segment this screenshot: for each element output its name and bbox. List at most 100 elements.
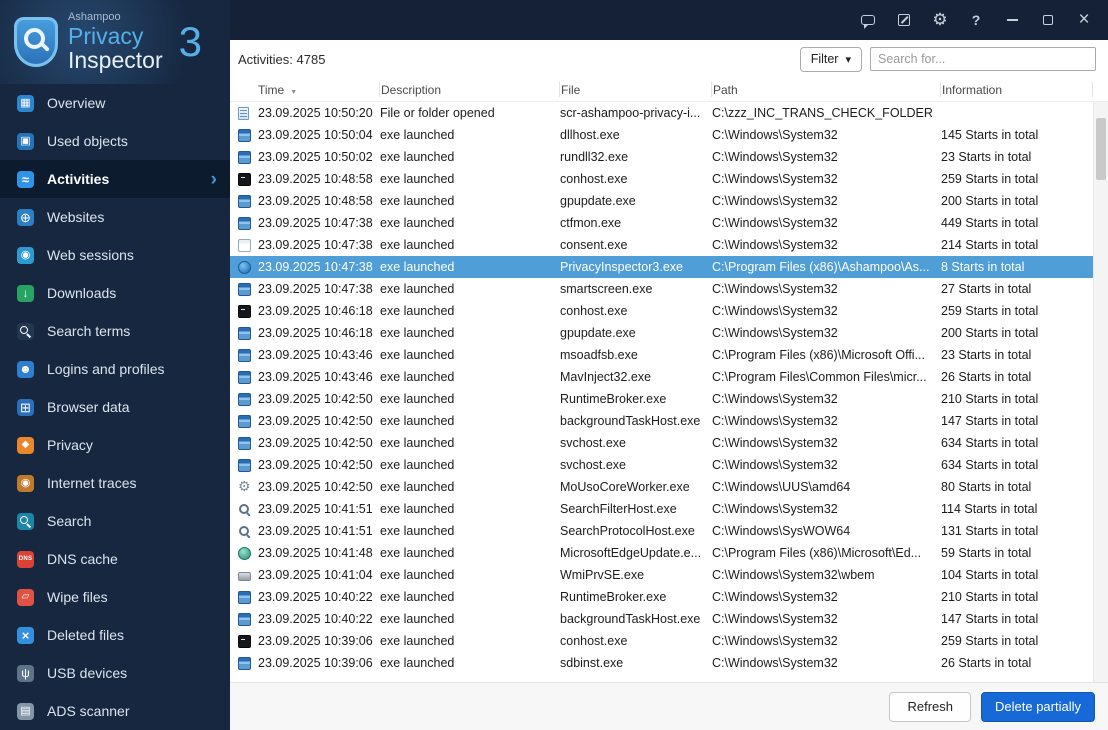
column-header-description[interactable]: Description bbox=[380, 82, 560, 97]
refresh-button[interactable]: Refresh bbox=[889, 691, 971, 722]
cell-path: C:\Windows\System32 bbox=[712, 392, 838, 406]
cell-description: exe launched bbox=[380, 128, 455, 142]
maximize-icon[interactable] bbox=[1034, 6, 1062, 34]
file-type-icon-cell bbox=[238, 392, 258, 406]
cell-file: conhost.exe bbox=[560, 172, 628, 186]
table-row[interactable]: 23.09.2025 10:47:38 exe launched ctfmon.ex… bbox=[230, 212, 1093, 234]
close-icon[interactable] bbox=[1070, 6, 1098, 34]
cell-time: 23.09.2025 10:41:51 bbox=[258, 524, 373, 538]
table-row[interactable]: 23.09.2025 10:47:38 exe launched consent.e… bbox=[230, 234, 1093, 256]
cell-time: 23.09.2025 10:47:38 bbox=[258, 238, 373, 252]
column-header-file[interactable]: File bbox=[560, 82, 712, 97]
window-blue-icon bbox=[238, 414, 251, 428]
cell-information: 210 Starts in total bbox=[941, 392, 1039, 406]
sidebar-item-label: Web sessions bbox=[47, 247, 134, 263]
table-row[interactable]: 23.09.2025 10:47:38 exe launched PrivacyIn… bbox=[230, 256, 1093, 278]
sidebar-item-used-objects[interactable]: Used objects bbox=[0, 122, 230, 160]
table-row[interactable]: 23.09.2025 10:42:50 exe launched MoUsoCore… bbox=[230, 476, 1093, 498]
cell-path: C:\Windows\SysWOW64 bbox=[712, 524, 851, 538]
scrollbar-thumb[interactable] bbox=[1096, 118, 1106, 180]
help-icon[interactable] bbox=[962, 6, 990, 34]
table-row[interactable]: 23.09.2025 10:39:06 exe launched sdbinst.e… bbox=[230, 652, 1093, 674]
table-row[interactable]: 23.09.2025 10:50:20 File or folder opened… bbox=[230, 102, 1093, 124]
table-row[interactable]: 23.09.2025 10:46:18 exe launched conhost.e… bbox=[230, 300, 1093, 322]
table-row[interactable]: 23.09.2025 10:40:22 exe launched RuntimeBr… bbox=[230, 586, 1093, 608]
window-blue-icon bbox=[238, 150, 251, 164]
table-row[interactable]: 23.09.2025 10:48:58 exe launched gpupdate.… bbox=[230, 190, 1093, 212]
sidebar-item-usb-devices[interactable]: USB devices bbox=[0, 654, 230, 692]
product-name-line2: Inspector bbox=[68, 46, 163, 73]
sidebar-item-label: Browser data bbox=[47, 399, 130, 415]
sidebar-item-activities[interactable]: Activities › bbox=[0, 160, 230, 198]
table-row[interactable]: 23.09.2025 10:50:04 exe launched dllhost.e… bbox=[230, 124, 1093, 146]
sidebar-item-ads-scanner[interactable]: ADS scanner bbox=[0, 692, 230, 730]
file-type-icon-cell bbox=[238, 436, 258, 450]
table-row[interactable]: 23.09.2025 10:41:51 exe launched SearchPro… bbox=[230, 520, 1093, 542]
vertical-scrollbar[interactable] bbox=[1093, 102, 1108, 682]
table-row[interactable]: 23.09.2025 10:50:02 exe launched rundll32.… bbox=[230, 146, 1093, 168]
sidebar-item-downloads[interactable]: Downloads bbox=[0, 274, 230, 312]
cell-path: C:\Windows\System32 bbox=[712, 238, 838, 252]
cell-information: 145 Starts in total bbox=[941, 128, 1039, 142]
file-type-icon-cell bbox=[238, 260, 258, 274]
sidebar-item-search[interactable]: Search bbox=[0, 502, 230, 540]
sidebar-item-search-terms[interactable]: Search terms bbox=[0, 312, 230, 350]
sidebar-item-logins-profiles[interactable]: Logins and profiles bbox=[0, 350, 230, 388]
table-row[interactable]: 23.09.2025 10:43:46 exe launched MavInject… bbox=[230, 366, 1093, 388]
table-row[interactable]: 23.09.2025 10:42:50 exe launched svchost.e… bbox=[230, 432, 1093, 454]
table-row[interactable]: 23.09.2025 10:41:48 exe launched Microsoft… bbox=[230, 542, 1093, 564]
settings-gear-icon[interactable] bbox=[926, 6, 954, 34]
table-row[interactable]: 23.09.2025 10:42:50 exe launched RuntimeBr… bbox=[230, 388, 1093, 410]
table-row[interactable]: 23.09.2025 10:39:06 exe launched conhost.e… bbox=[230, 630, 1093, 652]
cell-time: 23.09.2025 10:50:02 bbox=[258, 150, 373, 164]
table-row[interactable]: 23.09.2025 10:48:58 exe launched conhost.e… bbox=[230, 168, 1093, 190]
cell-description: exe launched bbox=[380, 568, 455, 582]
filter-button[interactable]: Filter bbox=[799, 46, 862, 72]
cell-description: exe launched bbox=[380, 392, 455, 406]
usb-icon bbox=[17, 664, 34, 682]
minimize-icon[interactable] bbox=[998, 6, 1026, 34]
feedback-bubble-icon[interactable] bbox=[854, 6, 882, 34]
notes-icon[interactable] bbox=[890, 6, 918, 34]
table-row[interactable]: 23.09.2025 10:41:04 exe launched WmiPrvSE.… bbox=[230, 564, 1093, 586]
column-header-information[interactable]: Information bbox=[941, 82, 1093, 97]
shield-icon bbox=[17, 436, 34, 454]
sidebar-item-deleted-files[interactable]: Deleted files bbox=[0, 616, 230, 654]
cell-file: MavInject32.exe bbox=[560, 370, 652, 384]
table-row[interactable]: 23.09.2025 10:40:22 exe launched backgroun… bbox=[230, 608, 1093, 630]
sidebar-item-web-sessions[interactable]: Web sessions bbox=[0, 236, 230, 274]
sidebar-item-websites[interactable]: Websites bbox=[0, 198, 230, 236]
window-blue-icon bbox=[238, 436, 251, 450]
delete-partially-button[interactable]: Delete partially bbox=[981, 691, 1095, 722]
file-type-icon-cell bbox=[238, 634, 258, 648]
column-header-time[interactable]: Time bbox=[238, 82, 380, 97]
cell-information: 147 Starts in total bbox=[941, 414, 1039, 428]
cell-file: conhost.exe bbox=[560, 634, 628, 648]
table-row[interactable]: 23.09.2025 10:42:50 exe launched backgroun… bbox=[230, 410, 1093, 432]
sidebar-item-browser-data[interactable]: Browser data bbox=[0, 388, 230, 426]
table-row[interactable]: 23.09.2025 10:42:50 exe launched svchost.e… bbox=[230, 454, 1093, 476]
eraser-icon bbox=[17, 588, 34, 606]
sidebar-item-label: Privacy bbox=[47, 437, 93, 453]
table-row[interactable]: 23.09.2025 10:41:51 exe launched SearchFil… bbox=[230, 498, 1093, 520]
table-row[interactable]: 23.09.2025 10:46:18 exe launched gpupdate.… bbox=[230, 322, 1093, 344]
table-row[interactable]: 23.09.2025 10:47:38 exe launched smartscre… bbox=[230, 278, 1093, 300]
column-header-path[interactable]: Path bbox=[712, 82, 941, 97]
window-blue-icon bbox=[238, 194, 251, 208]
sidebar-item-privacy[interactable]: Privacy bbox=[0, 426, 230, 464]
cell-path: C:\zzz_INC_TRANS_CHECK_FOLDER bbox=[712, 106, 933, 120]
cell-information: 634 Starts in total bbox=[941, 458, 1039, 472]
cell-information: 26 Starts in total bbox=[941, 370, 1032, 384]
table-row[interactable]: 23.09.2025 10:43:46 exe launched msoadfsb.… bbox=[230, 344, 1093, 366]
file-type-icon-cell bbox=[238, 326, 258, 340]
cell-information: 147 Starts in total bbox=[941, 612, 1039, 626]
sidebar-item-internet-traces[interactable]: Internet traces bbox=[0, 464, 230, 502]
sidebar-item-wipe-files[interactable]: Wipe files bbox=[0, 578, 230, 616]
search-input[interactable] bbox=[870, 47, 1096, 71]
sidebar-item-dns-cache[interactable]: DNS cache bbox=[0, 540, 230, 578]
cell-information: 27 Starts in total bbox=[941, 282, 1032, 296]
sidebar-nav: Overview Used objects Activities › Websites W… bbox=[0, 84, 230, 730]
app-logo-shield-icon bbox=[14, 17, 58, 67]
cell-time: 23.09.2025 10:47:38 bbox=[258, 216, 373, 230]
sidebar-item-overview[interactable]: Overview bbox=[0, 84, 230, 122]
